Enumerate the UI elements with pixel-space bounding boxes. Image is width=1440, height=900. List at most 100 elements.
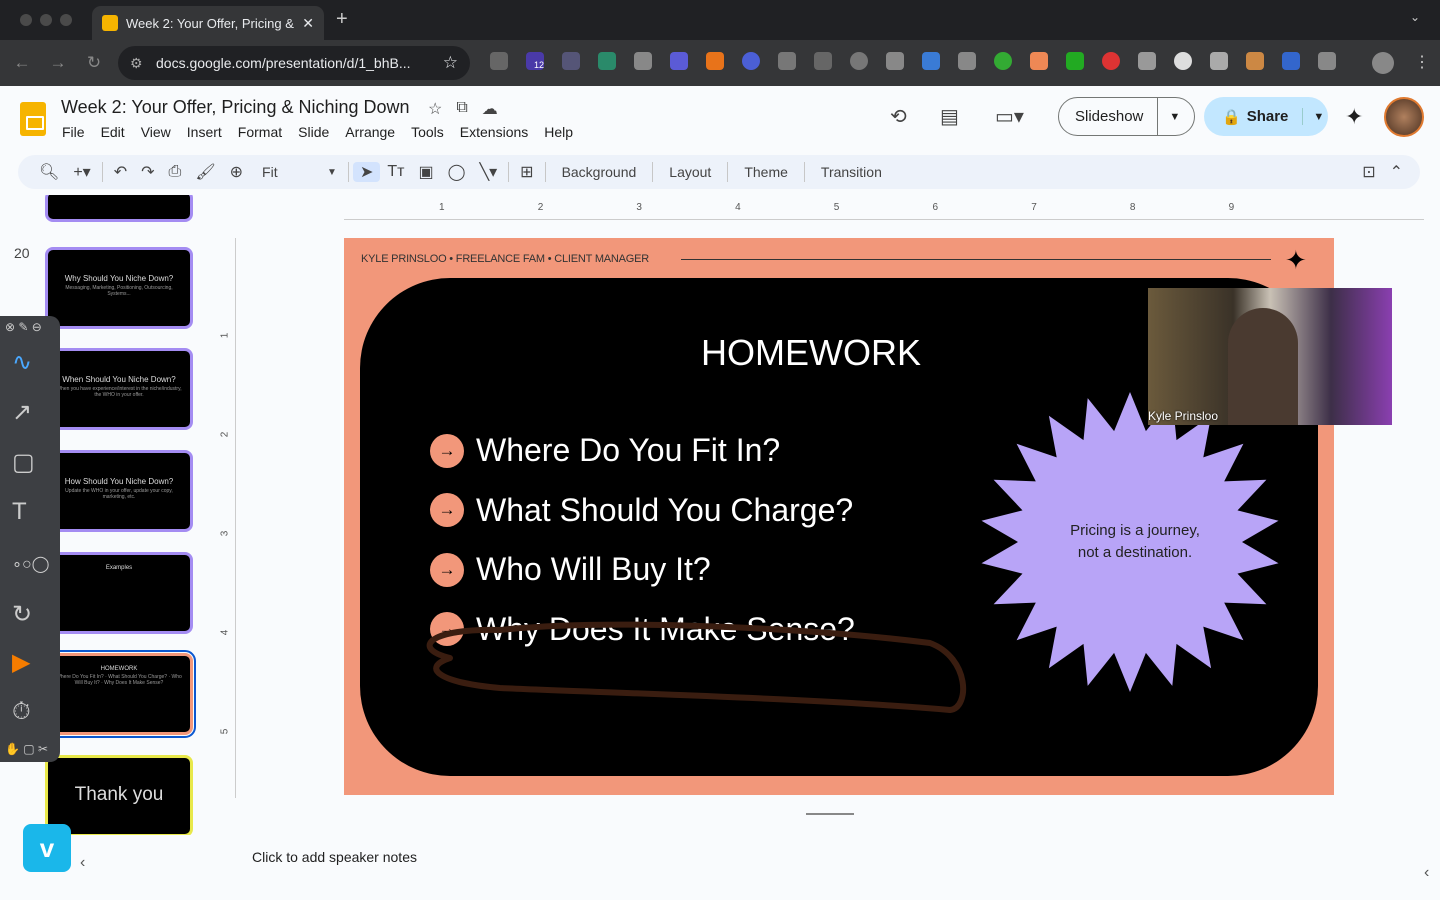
tab-search-button[interactable]: ⌄ [1410,10,1420,24]
slide-thumbnail[interactable]: Thank you [45,755,193,835]
move-folder-icon[interactable]: ⧉ [456,99,467,119]
add-image-icon[interactable]: ⊡ [1355,162,1382,182]
bookmark-star-icon[interactable]: ☆ [443,53,458,73]
vimeo-record-button[interactable]: v [23,824,71,872]
menu-edit[interactable]: Edit [101,124,125,140]
insert-image-icon[interactable]: ▣ [411,162,440,182]
timer-icon[interactable]: ⏱ [12,698,31,726]
close-icon[interactable]: ⊗ ✎ ⊖ [5,320,42,334]
vertical-ruler[interactable]: 1 2 3 4 5 [219,238,236,798]
browser-tab[interactable]: Week 2: Your Offer, Pricing & ✕ [92,6,324,40]
menu-extensions[interactable]: Extensions [460,124,528,140]
share-button[interactable]: 🔒 Share ▼ [1204,97,1328,136]
side-panel-toggle-icon[interactable]: ‹ [1424,864,1429,882]
extension-icon[interactable] [1210,52,1228,70]
menu-insert[interactable]: Insert [187,124,222,140]
quote-text[interactable]: Pricing is a journey, not a destination. [1060,520,1210,564]
text-tool-icon[interactable]: T [12,498,27,526]
extension-icon[interactable] [850,52,868,70]
menu-file[interactable]: File [62,124,85,140]
line-icon[interactable]: ╲▾ [472,162,504,182]
transition-button[interactable]: Transition [809,164,894,180]
slide-thumbnail[interactable]: Why Should You Niche Down? Messaging, Mar… [45,247,193,329]
slide-title[interactable]: HOMEWORK [332,332,1290,374]
play-icon[interactable]: ▶ [12,648,30,677]
refresh-icon[interactable]: ↻ [12,600,32,629]
slide-thumbnail[interactable]: HOMEWORK Where Do You Fit In? · What Shou… [42,650,196,738]
meet-camera-icon[interactable]: ▭▾ [995,104,1024,129]
speaker-notes-field[interactable]: Click to add speaker notes [236,836,1420,882]
document-title[interactable]: Week 2: Your Offer, Pricing & Niching Do… [61,97,410,118]
menu-help[interactable]: Help [544,124,573,140]
gemini-sparkle-icon[interactable]: ✦ [1345,104,1363,130]
extension-icon[interactable] [1174,52,1192,70]
extension-icon[interactable] [598,52,616,70]
theme-button[interactable]: Theme [732,164,800,180]
back-icon[interactable]: ← [4,53,40,73]
slideshow-dropdown-icon[interactable]: ▼ [1158,111,1180,123]
user-avatar[interactable] [1384,97,1424,137]
extension-icon[interactable] [490,52,508,70]
undo-icon[interactable]: ↶ [107,162,134,182]
extensions-puzzle-icon[interactable] [1318,52,1336,70]
hand-tool-icon[interactable]: ✋ ▢ ✂ [5,742,48,756]
extension-icon[interactable]: 12 [526,52,544,70]
shape-icon[interactable]: ◯ [441,162,473,182]
reload-icon[interactable]: ↻ [76,53,112,73]
homework-item[interactable]: → What Should You Charge? [430,492,853,529]
horizontal-ruler[interactable]: 1 2 3 4 5 6 7 8 9 [344,200,1424,220]
extension-icon[interactable] [1282,52,1300,70]
url-field[interactable]: ⚙ docs.google.com/presentation/d/1_bhB..… [118,46,470,80]
collapse-toolbar-icon[interactable]: ⌃ [1383,162,1410,182]
menu-view[interactable]: View [141,124,171,140]
extension-icon[interactable] [1246,52,1264,70]
homework-item[interactable]: → Who Will Buy It? [430,551,711,588]
text-box-icon[interactable]: Tт [380,163,411,181]
arrow-tool-icon[interactable]: ↗ [12,398,32,427]
site-info-icon[interactable]: ⚙ [130,55,143,72]
menu-arrange[interactable]: Arrange [345,124,395,140]
redo-icon[interactable]: ↷ [134,162,161,182]
browser-menu-icon[interactable]: ⋮ [1414,52,1430,72]
extension-icon[interactable] [778,52,796,70]
forward-icon[interactable]: → [40,53,76,73]
star-icon[interactable]: ☆ [428,99,442,119]
extension-icon[interactable] [706,52,724,70]
print-icon[interactable]: ⎙ [162,163,189,181]
extension-icon[interactable] [1138,52,1156,70]
version-history-icon[interactable]: ⟲ [890,104,907,129]
new-tab-button[interactable]: + [336,8,348,31]
new-slide-icon[interactable]: +▾ [66,162,97,182]
menu-format[interactable]: Format [238,124,282,140]
insert-comment-icon[interactable]: ⊞ [513,162,540,182]
extension-icon[interactable] [994,52,1012,70]
extension-icon[interactable] [1102,52,1120,70]
zoom-select[interactable]: Fit [250,164,320,180]
paint-format-icon[interactable]: 🖌︎ [188,162,222,182]
cloud-saved-icon[interactable]: ☁ [482,99,498,119]
layout-button[interactable]: Layout [657,164,723,180]
share-dropdown-icon[interactable]: ▼ [1303,111,1324,123]
extension-icon[interactable] [562,52,580,70]
extension-icon[interactable] [886,52,904,70]
window-maximize-button[interactable] [60,14,72,26]
pen-tool-icon[interactable]: ∿ [12,348,32,377]
profile-icon[interactable] [1372,52,1394,74]
extension-icon[interactable] [922,52,940,70]
slideshow-button[interactable]: Slideshow ▼ [1058,97,1195,136]
window-close-button[interactable] [20,14,32,26]
extension-icon[interactable] [1066,52,1084,70]
zoom-icon[interactable]: ⊕ [223,162,250,182]
background-button[interactable]: Background [550,164,649,180]
slides-logo[interactable] [20,102,46,136]
menu-tools[interactable]: Tools [411,124,444,140]
stroke-size-icon[interactable]: ∘○◯ [12,554,50,574]
select-cursor-icon[interactable]: ➤ [352,162,381,182]
extension-icon[interactable] [958,52,976,70]
extension-icon[interactable] [634,52,652,70]
search-menus-icon[interactable]: 🔍︎ [32,162,66,182]
slide-thumbnail[interactable] [45,195,193,222]
homework-item[interactable]: → Where Do You Fit In? [430,432,780,469]
extension-icon[interactable] [1030,52,1048,70]
menu-slide[interactable]: Slide [298,124,329,140]
